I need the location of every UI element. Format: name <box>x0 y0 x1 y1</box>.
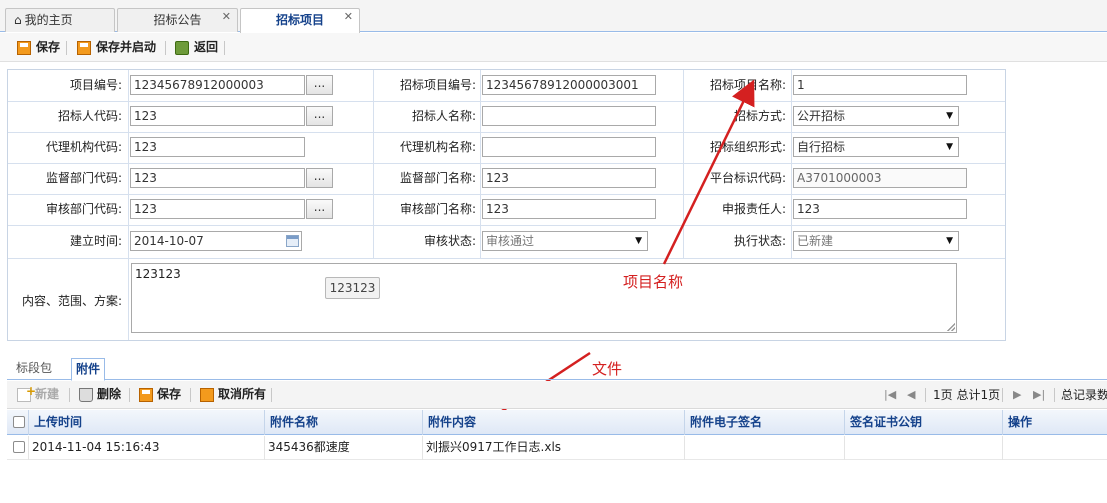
cancel-icon <box>200 388 214 402</box>
column-header[interactable]: 附件名称 <box>265 410 423 435</box>
attachment-toolbar: 新建 删除 保存 取消所有 |◀ ◀ 1页 总计1页 ▶ ▶| 总记录数 <box>7 381 1107 409</box>
column-header[interactable]: 附件内容 <box>423 410 685 435</box>
annotation-arrow-project-name <box>662 79 755 265</box>
grid-save-label: 保存 <box>157 387 182 401</box>
toolbar-separator <box>190 388 191 402</box>
new-label: 新建 <box>35 387 60 401</box>
cancel-all-label: 取消所有 <box>218 387 267 401</box>
select-all-cell <box>7 410 29 435</box>
next-page-icon[interactable]: ▶ <box>1013 386 1021 404</box>
attachment-content-cell[interactable]: 刘振兴0917工作日志.xls <box>423 436 685 460</box>
toolbar-separator <box>1054 388 1055 402</box>
delete-button[interactable]: 删除 <box>79 386 121 404</box>
column-header[interactable]: 附件电子签名 <box>685 410 845 435</box>
table-row[interactable]: 2014-11-04 15:16:43 345436都速度 刘振兴0917工作日… <box>7 436 1107 460</box>
last-page-icon[interactable]: ▶| <box>1033 386 1045 404</box>
delete-label: 删除 <box>97 387 122 401</box>
toolbar-separator <box>1002 388 1003 402</box>
row-checkbox[interactable] <box>13 441 25 453</box>
total-records: 总记录数 <box>1061 388 1107 402</box>
tab-attachments[interactable]: 附件 <box>71 358 106 381</box>
first-page-icon[interactable]: |◀ <box>884 386 896 404</box>
grid-header: 上传时间 附件名称 附件内容 附件电子签名 签名证书公钥 操作 <box>7 410 1107 435</box>
toolbar-separator <box>925 388 926 402</box>
prev-page-icon[interactable]: ◀ <box>907 386 915 404</box>
new-icon <box>17 383 36 402</box>
attachment-name-cell: 345436都速度 <box>265 436 423 460</box>
new-button[interactable]: 新建 <box>17 383 60 404</box>
column-header[interactable]: 操作 <box>1003 410 1107 435</box>
select-all-checkbox[interactable] <box>13 416 25 428</box>
page-info: 1页 总计1页 <box>933 388 1001 402</box>
column-header[interactable]: 上传时间 <box>29 410 265 435</box>
toolbar-separator <box>69 388 70 402</box>
annotation-project-name: 项目名称 <box>623 273 684 291</box>
toolbar-separator <box>129 388 130 402</box>
public-key-cell <box>845 436 1003 460</box>
attachment-tab-bar: 标段包 附件 <box>7 356 1107 381</box>
signature-cell <box>685 436 845 460</box>
trash-icon <box>79 388 93 402</box>
toolbar-separator <box>271 388 272 402</box>
cancel-all-button[interactable]: 取消所有 <box>200 386 266 404</box>
row-select-cell <box>7 436 29 460</box>
tab-lot-package[interactable]: 标段包 <box>12 358 56 380</box>
action-cell[interactable] <box>1003 436 1107 460</box>
column-header[interactable]: 签名证书公钥 <box>845 410 1003 435</box>
grid-save-button[interactable]: 保存 <box>139 386 181 404</box>
save-icon <box>139 388 153 402</box>
upload-time-cell: 2014-11-04 15:16:43 <box>29 436 265 460</box>
